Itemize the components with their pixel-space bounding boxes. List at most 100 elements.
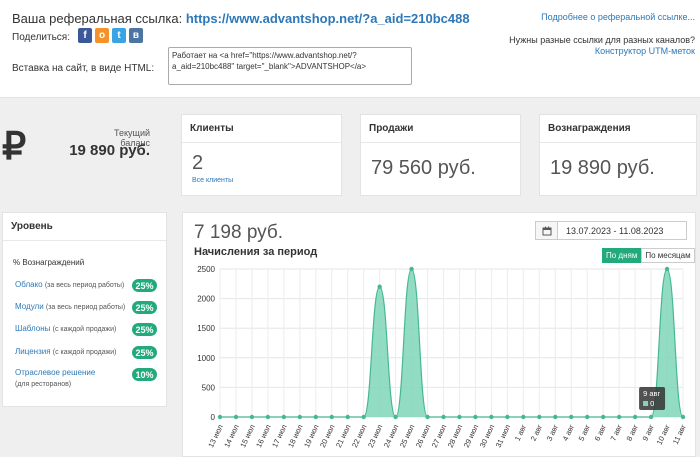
- x-tick-label: 8 авг: [625, 423, 641, 443]
- data-point: [265, 414, 271, 420]
- utm-builder-link[interactable]: Конструктор UTM-меток: [595, 46, 695, 56]
- sales-value: 79 560 руб.: [371, 157, 476, 179]
- level-pct-badge: 25%: [132, 346, 157, 359]
- embed-label: Вставка на сайт, в виде HTML:: [12, 63, 155, 74]
- tooltip-swatch: [643, 401, 649, 406]
- series-area: [220, 269, 683, 417]
- data-point: [569, 414, 574, 420]
- data-point: [600, 414, 606, 420]
- date-range-value[interactable]: 13.07.2023 - 11.08.2023: [558, 222, 671, 239]
- data-point: [457, 414, 462, 420]
- rewards-card: Вознаграждения 19 890 руб.: [539, 114, 697, 196]
- level-title: Уровень: [3, 213, 166, 241]
- y-tick-label: 2500: [197, 265, 215, 274]
- level-item-note: (с каждой продажи): [52, 349, 117, 356]
- y-tick-label: 1500: [197, 324, 215, 333]
- data-point: [616, 414, 622, 420]
- data-point: [217, 414, 223, 420]
- data-point: [425, 414, 430, 420]
- data-point: [393, 414, 398, 420]
- level-item-note: (за весь период работы): [45, 304, 126, 311]
- share-icons: f о t в: [78, 28, 143, 43]
- data-point: [505, 414, 510, 420]
- rewards-percent-header: % Вознаграждений: [13, 258, 85, 267]
- level-item[interactable]: Отраслевое решение (для ресторанов): [15, 367, 95, 390]
- data-point: [553, 414, 558, 420]
- share-label: Поделиться:: [12, 32, 70, 43]
- data-point: [345, 414, 350, 420]
- level-item-label[interactable]: Облако: [15, 280, 43, 289]
- x-tick-label: 4 авг: [561, 423, 577, 443]
- level-card: Уровень % Вознаграждений Облако (за весь…: [2, 212, 167, 407]
- data-point: [409, 266, 414, 272]
- y-tick-label: 1000: [197, 354, 215, 363]
- period-toggle: По дням По месяцам: [602, 248, 695, 263]
- calendar-icon[interactable]: [536, 222, 558, 239]
- data-point: [664, 266, 670, 272]
- data-point: [489, 414, 494, 420]
- chart-card: 7 198 руб. Начисления за период 13.07.20…: [182, 212, 696, 457]
- data-point: [361, 414, 366, 420]
- vk-icon[interactable]: в: [129, 28, 143, 43]
- data-point: [313, 414, 318, 420]
- ruble-icon: ₽: [2, 126, 27, 168]
- x-tick-label: 1 авг: [513, 423, 529, 443]
- level-item[interactable]: Облако (за весь период работы): [15, 280, 124, 289]
- data-point: [249, 414, 255, 420]
- clients-value: 2: [192, 152, 204, 174]
- x-tick-label: 31 июл: [494, 423, 512, 449]
- data-point: [281, 414, 287, 420]
- referral-url-link[interactable]: https://www.advantshop.net/?a_aid=210bc4…: [186, 11, 470, 26]
- data-point: [680, 414, 686, 420]
- odnoklassniki-icon[interactable]: о: [95, 28, 109, 43]
- referral-card: Ваша реферальная ссылка: https://www.adv…: [0, 0, 700, 98]
- level-item-note: (с каждой продажи): [52, 326, 117, 333]
- x-tick-label: 3 авг: [545, 423, 561, 443]
- embed-code-textarea[interactable]: Работает на <a href="https://www.advants…: [168, 47, 412, 85]
- toggle-by-months[interactable]: По месяцам: [641, 248, 695, 263]
- referral-label-row: Ваша реферальная ссылка: https://www.adv…: [12, 11, 470, 26]
- rewards-value: 19 890 руб.: [550, 157, 655, 179]
- referral-more-link[interactable]: Подробнее о реферальной ссылке...: [541, 12, 695, 22]
- date-range-picker[interactable]: 13.07.2023 - 11.08.2023: [535, 221, 687, 240]
- data-point: [537, 414, 542, 420]
- tooltip-value: 0: [650, 399, 654, 408]
- data-point: [297, 414, 303, 420]
- data-point: [585, 414, 590, 420]
- level-item-label[interactable]: Лицензия: [15, 347, 51, 356]
- sales-title: Продажи: [361, 115, 520, 143]
- data-point: [521, 414, 526, 420]
- level-item-note: (для ресторанов): [15, 381, 72, 388]
- data-point: [648, 414, 654, 420]
- all-clients-link[interactable]: Все клиенты: [182, 175, 341, 186]
- y-tick-label: 2000: [197, 295, 215, 304]
- level-item-label[interactable]: Модули: [15, 302, 44, 311]
- tooltip-title: 9 авг: [643, 389, 660, 398]
- accruals-chart: 0500100015002000250013 июл14 июл15 июл16…: [197, 265, 688, 449]
- level-item[interactable]: Модули (за весь период работы): [15, 302, 125, 311]
- toggle-by-days[interactable]: По дням: [602, 248, 642, 263]
- x-tick-label: 5 авг: [577, 423, 593, 443]
- level-item[interactable]: Шаблоны (с каждой продажи): [15, 324, 116, 333]
- y-tick-label: 500: [202, 383, 216, 392]
- clients-title: Клиенты: [182, 115, 341, 143]
- level-pct-badge: 10%: [132, 368, 157, 381]
- referral-label: Ваша реферальная ссылка:: [12, 11, 183, 26]
- clients-card: Клиенты 2 Все клиенты: [181, 114, 342, 196]
- facebook-icon[interactable]: f: [78, 28, 92, 43]
- data-point: [329, 414, 334, 420]
- level-pct-badge: 25%: [132, 323, 157, 336]
- data-point: [473, 414, 478, 420]
- level-item-note: (за весь период работы): [44, 282, 125, 289]
- data-point: [233, 414, 239, 420]
- x-tick-label: 10 авг: [655, 423, 672, 446]
- level-item-label[interactable]: Шаблоны: [15, 324, 50, 333]
- rewards-title: Вознаграждения: [540, 115, 696, 143]
- data-point: [377, 284, 382, 289]
- data-point: [441, 414, 446, 420]
- twitter-icon[interactable]: t: [112, 28, 126, 43]
- series-line: [219, 268, 684, 418]
- level-item[interactable]: Лицензия (с каждой продажи): [15, 347, 117, 356]
- level-item-label[interactable]: Отраслевое решение: [15, 368, 95, 377]
- y-tick-label: 0: [211, 413, 216, 422]
